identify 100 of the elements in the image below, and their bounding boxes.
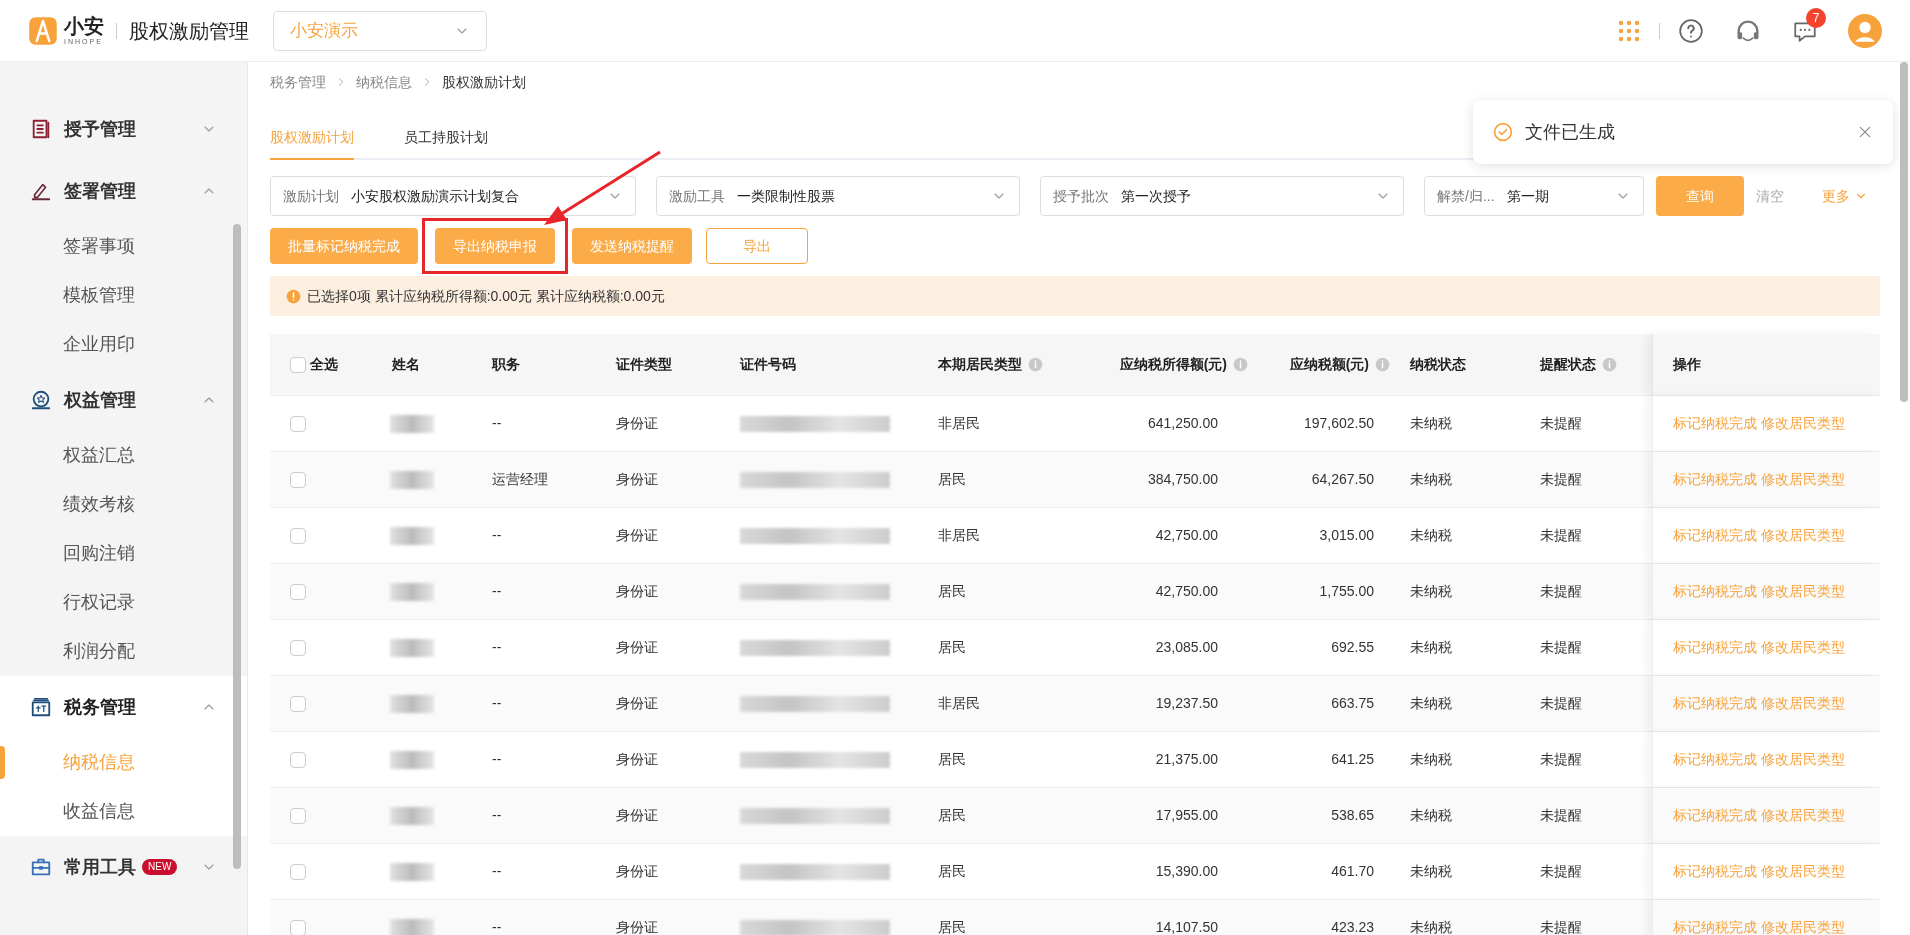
tab[interactable]: 股权激励计划 [270, 127, 354, 160]
table-cell-text: -- [492, 806, 502, 825]
sidebar-item[interactable]: 收益信息 [0, 787, 247, 836]
column-header: 姓名 [392, 355, 420, 374]
action-link[interactable]: 修改居民类型 [1761, 805, 1845, 826]
table-cell-text: 身份证 [616, 806, 658, 825]
notification-badge: 7 [1806, 7, 1826, 28]
action-link[interactable]: 修改居民类型 [1761, 917, 1845, 935]
table-cell-text: 未提醒 [1540, 470, 1582, 489]
action-link[interactable]: 修改居民类型 [1761, 693, 1845, 714]
action-link[interactable]: 修改居民类型 [1761, 581, 1845, 602]
sidebar-item[interactable]: 权益汇总 [0, 431, 247, 480]
checkbox[interactable] [290, 415, 306, 432]
sidebar-group[interactable]: 授予管理 [0, 98, 247, 160]
table-cell-text: 未纳税 [1410, 750, 1452, 769]
table-cell-text: -- [492, 918, 502, 935]
more-link[interactable]: 更多 [1822, 185, 1868, 207]
sidebar-group[interactable]: 签署管理 [0, 160, 247, 222]
table-cell-text: 未提醒 [1540, 638, 1582, 657]
sidebar-group[interactable]: 税务管理 [0, 676, 247, 738]
clear-link[interactable]: 清空 [1756, 185, 1784, 207]
table-cell-text: 身份证 [616, 414, 658, 433]
table-cell-text: 未纳税 [1410, 694, 1452, 713]
table-cell-text: 461.70 [1331, 862, 1374, 881]
close-icon [1857, 124, 1873, 140]
sidebar-item[interactable]: 纳税信息 [0, 738, 247, 787]
action-link[interactable]: 标记纳税完成 [1673, 917, 1757, 935]
checkbox[interactable] [290, 863, 306, 880]
checkbox[interactable] [290, 583, 306, 600]
redacted-name [390, 750, 434, 769]
column-header: 全选 [310, 355, 338, 374]
action-link[interactable]: 标记纳税完成 [1673, 805, 1757, 826]
sidebar-item[interactable]: 利润分配 [0, 627, 247, 676]
checkbox[interactable] [290, 807, 306, 824]
action-link[interactable]: 修改居民类型 [1761, 469, 1845, 490]
action-link[interactable]: 标记纳税完成 [1673, 861, 1757, 882]
filter-select[interactable]: 激励计划 小安股权激励演示计划复合 [270, 176, 636, 216]
breadcrumb-item[interactable]: 税务管理 [270, 71, 326, 93]
sidebar-item[interactable]: 企业用印 [0, 320, 247, 369]
table-cell-text: -- [492, 526, 502, 545]
table-cell-text: 身份证 [616, 582, 658, 601]
sidebar-item[interactable]: 签署事项 [0, 222, 247, 271]
filter-select[interactable]: 激励工具 一类限制性股票 [656, 176, 1020, 216]
tab[interactable]: 员工持股计划 [404, 127, 488, 160]
logo-text: 小安 [64, 16, 104, 36]
sidebar-item[interactable]: 回购注销 [0, 529, 247, 578]
table-cell-text: 居民 [938, 582, 966, 601]
table-cell-text: 未提醒 [1540, 918, 1582, 935]
company-select[interactable]: 小安演示 [273, 10, 487, 51]
action-link[interactable]: 标记纳税完成 [1673, 693, 1757, 714]
table-cell-text: 14,107.50 [1155, 918, 1218, 935]
sidebar-group[interactable]: 常用工具 NEW [0, 836, 247, 898]
table-cell-text: 身份证 [616, 750, 658, 769]
table-cell-text: 64,267.50 [1311, 470, 1374, 489]
action-link[interactable]: 标记纳税完成 [1673, 749, 1757, 770]
checkbox[interactable] [290, 695, 306, 712]
query-button[interactable]: 查询 [1656, 176, 1744, 216]
help-icon [1678, 17, 1704, 44]
column-header: 本期居民类型 [938, 355, 1022, 374]
checkbox[interactable] [290, 527, 306, 544]
table-cell-text: 非居民 [938, 526, 980, 545]
action-link[interactable]: 修改居民类型 [1761, 525, 1845, 546]
table-cell-text: 未提醒 [1540, 862, 1582, 881]
filter-select[interactable]: 授予批次 第一次授予 [1040, 176, 1404, 216]
action-link[interactable]: 修改居民类型 [1761, 749, 1845, 770]
table-cell-text: 17,955.00 [1155, 806, 1218, 825]
action-link[interactable]: 修改居民类型 [1761, 861, 1845, 882]
table-cell-text: 身份证 [616, 918, 658, 935]
action-link[interactable]: 标记纳税完成 [1673, 525, 1757, 546]
sidebar-item[interactable]: 模板管理 [0, 271, 247, 320]
checkbox[interactable] [290, 471, 306, 488]
action-link[interactable]: 标记纳税完成 [1673, 581, 1757, 602]
table-cell-text: 未纳税 [1410, 526, 1452, 545]
breadcrumb-item[interactable]: 纳税信息 [356, 71, 412, 93]
scrollbar[interactable] [1900, 62, 1908, 402]
action-button[interactable]: 批量标记纳税完成 [270, 228, 418, 264]
action-link[interactable]: 修改居民类型 [1761, 413, 1845, 434]
redacted-name [390, 414, 434, 433]
table-cell-text: 1,755.00 [1319, 582, 1374, 601]
action-button[interactable]: 导出 [706, 228, 808, 264]
table-cell-text: 运营经理 [492, 470, 548, 489]
action-link[interactable]: 标记纳税完成 [1673, 469, 1757, 490]
action-button[interactable]: 发送纳税提醒 [572, 228, 692, 264]
sidebar-item[interactable]: 行权记录 [0, 578, 247, 627]
action-link[interactable]: 修改居民类型 [1761, 637, 1845, 658]
sidebar-group[interactable]: 权益管理 [0, 369, 247, 431]
filter-select[interactable]: 解禁/归... 第一期 [1424, 176, 1644, 216]
checkbox[interactable] [290, 356, 306, 373]
sidebar-item[interactable]: 绩效考核 [0, 480, 247, 529]
checkbox[interactable] [290, 919, 306, 935]
table-cell-text: 未提醒 [1540, 806, 1582, 825]
action-link[interactable]: 标记纳税完成 [1673, 637, 1757, 658]
scrollbar[interactable] [233, 224, 241, 869]
table-cell-text: 42,750.00 [1155, 526, 1218, 545]
table-cell-text: 641.25 [1331, 750, 1374, 769]
checkbox[interactable] [290, 751, 306, 768]
table-cell-text: 未提醒 [1540, 750, 1582, 769]
action-button[interactable]: 导出纳税申报 [435, 228, 555, 264]
checkbox[interactable] [290, 639, 306, 656]
action-link[interactable]: 标记纳税完成 [1673, 413, 1757, 434]
